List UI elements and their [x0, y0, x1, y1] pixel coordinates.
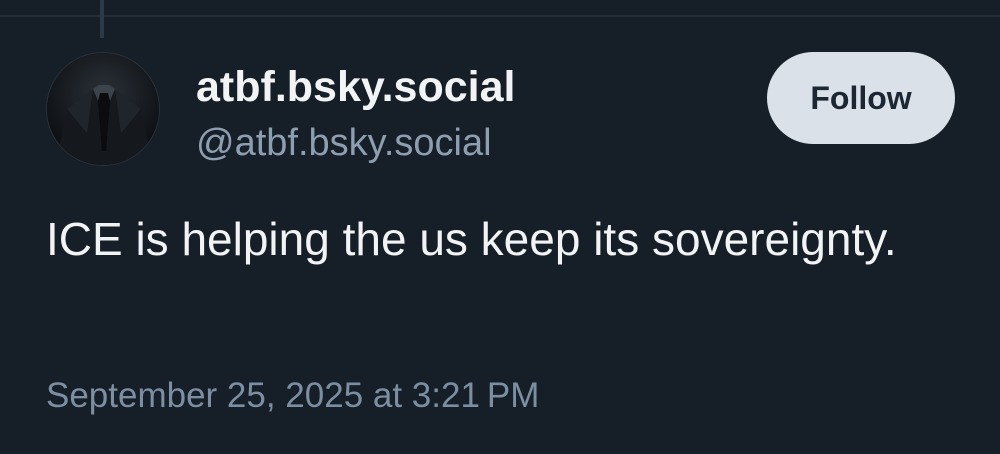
- avatar-image: [47, 53, 159, 165]
- thread-connector-line: [100, 0, 104, 38]
- post-view: atbf.bsky.social @atbf.bsky.social Follo…: [0, 0, 1000, 454]
- author-handle[interactable]: @atbf.bsky.social: [196, 120, 492, 166]
- author-display-name[interactable]: atbf.bsky.social: [196, 62, 515, 112]
- follow-button[interactable]: Follow: [767, 52, 955, 144]
- post-timestamp: September 25, 2025 at 3:21 PM: [46, 376, 540, 415]
- avatar[interactable]: [46, 52, 160, 166]
- top-divider: [0, 15, 1000, 17]
- post-text: ICE is helping the us keep its sovereign…: [46, 213, 897, 265]
